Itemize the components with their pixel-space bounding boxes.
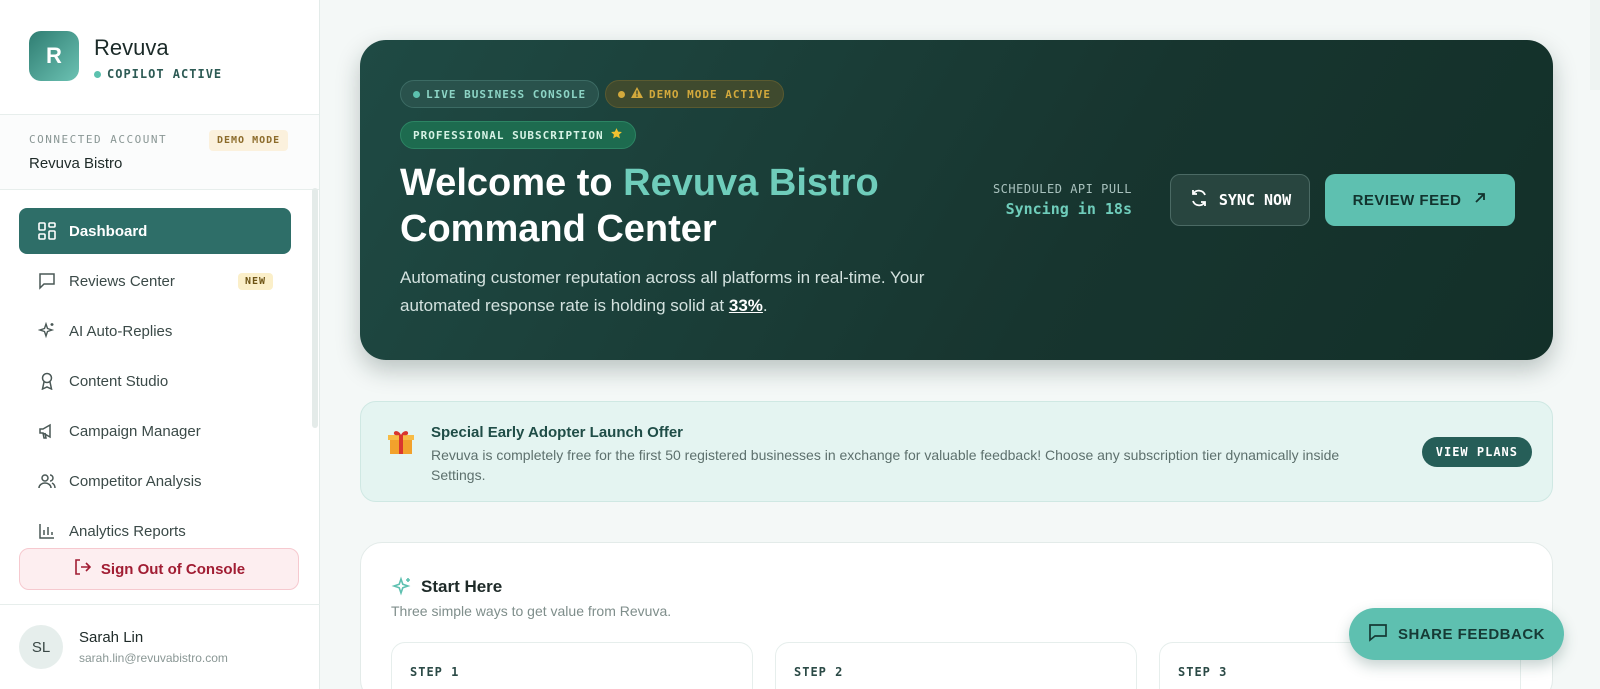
user-email: sarah.lin@revuvabistro.com [79,651,228,665]
subscription-label: PROFESSIONAL SUBSCRIPTION [413,128,604,142]
sidebar-item-label: Dashboard [69,222,148,240]
sidebar-item-campaign-manager[interactable]: Campaign Manager [19,408,291,454]
sync-now-label: SYNC NOW [1218,191,1292,209]
sidebar-item-label: Competitor Analysis [69,472,202,490]
award-ribbon-icon [37,371,57,391]
account-name: Revuva Bistro [29,155,123,172]
scheduled-pull: SCHEDULED API PULL Syncing in 18s [960,182,1132,218]
message-square-icon [1368,622,1388,646]
launch-offer-banner: Special Early Adopter Launch Offer Revuv… [360,401,1553,502]
avatar: SL [19,625,63,669]
share-feedback-label: SHARE FEEDBACK [1397,625,1545,643]
hero-description: Automating customer reputation across al… [400,264,1000,320]
page-scrollbar[interactable] [1590,0,1600,90]
sparkles-icon [391,576,413,598]
account-label: CONNECTED ACCOUNT [29,133,168,146]
gift-icon [387,428,415,456]
hero-title-business: Revuva Bistro [623,162,879,204]
start-here-subtitle: Three simple ways to get value from Revu… [391,603,672,619]
hero-title: Welcome to Revuva Bistro Command Center [400,160,879,252]
view-plans-button[interactable]: VIEW PLANS [1421,437,1532,467]
connected-account: CONNECTED ACCOUNT Revuva Bistro DEMO MOD… [0,115,319,190]
demo-mode-chip: DEMO MODE ACTIVE [605,80,784,108]
sidebar-item-dashboard[interactable]: Dashboard [19,208,291,254]
sparkles-icon [37,321,57,341]
hero-title-suffix: Command Center [400,208,717,250]
user-profile[interactable]: SL Sarah Lin sarah.lin@revuvabistro.com [0,604,320,689]
refresh-icon [1189,188,1209,212]
star-icon [610,127,623,143]
users-icon [37,471,57,491]
offer-title: Special Early Adopter Launch Offer [431,424,684,441]
sidebar-item-reviews-center[interactable]: Reviews Center NEW [19,258,291,304]
sidebar-item-ai-auto-replies[interactable]: AI Auto-Replies [19,308,291,354]
response-rate: 33% [728,296,763,315]
sidebar-item-content-studio[interactable]: Content Studio [19,358,291,404]
arrow-up-right-icon [1473,191,1487,209]
sync-now-button[interactable]: SYNC NOW [1170,174,1310,226]
step-label: STEP 2 [794,665,844,679]
demo-mode-badge: DEMO MODE [209,130,289,151]
live-console-chip: LIVE BUSINESS CONSOLE [400,80,600,108]
sync-countdown: Syncing in 18s [1005,200,1132,218]
review-feed-label: REVIEW FEED [1352,191,1462,209]
bar-chart-icon [37,521,57,541]
step-label: STEP 1 [410,665,460,679]
megaphone-icon [37,421,57,441]
copilot-status: COPILOT ACTIVE [94,67,222,81]
brand-header: R Revuva COPILOT ACTIVE [0,0,319,115]
start-here-title: Start Here [421,577,503,596]
status-dot-icon [94,70,101,78]
share-feedback-button[interactable]: SHARE FEEDBACK [1349,608,1564,660]
step-card-2[interactable]: STEP 2 [775,642,1137,689]
review-feed-button[interactable]: REVIEW FEED [1325,174,1515,226]
demo-dot-icon [618,90,625,98]
sidebar-item-label: Campaign Manager [69,422,201,440]
demo-mode-label: DEMO MODE ACTIVE [649,87,771,101]
live-dot-icon [413,90,420,98]
sign-out-label: Sign Out of Console [100,560,246,578]
sidebar-item-competitor-analysis[interactable]: Competitor Analysis [19,458,291,504]
subscription-chip: PROFESSIONAL SUBSCRIPTION [400,121,636,149]
step-card-1[interactable]: STEP 1 [391,642,753,689]
brand-logo[interactable]: R [29,31,79,81]
user-name: Sarah Lin [79,629,144,646]
sidebar: R Revuva COPILOT ACTIVE CONNECTED ACCOUN… [0,0,320,689]
sidebar-item-label: Content Studio [69,372,169,390]
sidebar-item-label: AI Auto-Replies [69,322,173,340]
warning-triangle-icon [631,87,643,101]
live-console-label: LIVE BUSINESS CONSOLE [426,87,587,101]
hero-desc-text: Automating customer reputation across al… [400,268,925,315]
hero-desc-end: . [762,296,768,315]
dashboard-grid-icon [37,221,57,241]
sidebar-nav: Dashboard Reviews Center NEW AI Auto-Rep… [19,208,291,558]
sign-out-button[interactable]: Sign Out of Console [19,548,299,590]
sidebar-item-label: Reviews Center [69,272,175,290]
step-label: STEP 3 [1178,665,1228,679]
sidebar-scrollbar[interactable] [312,188,318,428]
copilot-status-label: COPILOT ACTIVE [107,67,223,81]
new-badge: NEW [237,272,273,290]
message-square-icon [37,271,57,291]
scheduled-pull-label: SCHEDULED API PULL [992,182,1132,196]
log-out-icon [73,558,92,580]
hero-title-prefix: Welcome to [400,162,624,204]
offer-text: Revuva is completely free for the first … [431,447,1340,483]
brand-name: Revuva [94,35,169,60]
sidebar-item-label: Analytics Reports [69,522,186,540]
hero-banner: LIVE BUSINESS CONSOLE DEMO MODE ACTIVE P… [360,40,1553,360]
